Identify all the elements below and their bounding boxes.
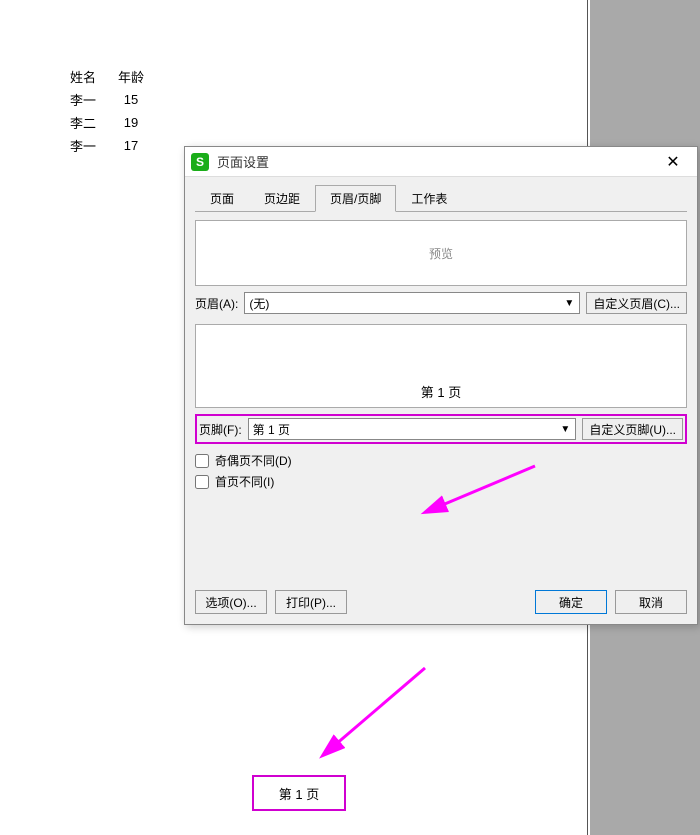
cell: 李一 — [60, 136, 106, 157]
ok-button[interactable]: 确定 — [535, 590, 607, 614]
chevron-down-icon: ▼ — [561, 295, 577, 311]
header-preview-box: 预览 — [195, 220, 687, 286]
cell: 19 — [108, 113, 154, 134]
column-header: 姓名 — [60, 67, 106, 88]
footer-row: 页脚(F): 第 1 页 ▼ 自定义页脚(U)... — [199, 418, 683, 440]
preview-label: 预览 — [429, 245, 453, 262]
tab-strip: 页面页边距页眉/页脚工作表 — [195, 185, 687, 212]
footer-row-highlight: 页脚(F): 第 1 页 ▼ 自定义页脚(U)... — [195, 414, 687, 444]
chevron-down-icon: ▼ — [557, 421, 573, 437]
dialog-titlebar: S 页面设置 ✕ — [185, 147, 697, 177]
cell: 17 — [108, 136, 154, 157]
page-setup-dialog: S 页面设置 ✕ 页面页边距页眉/页脚工作表 预览 页眉(A): (无) ▼ 自… — [184, 146, 698, 625]
cell: 15 — [108, 90, 154, 111]
checkbox-label: 奇偶页不同(D) — [215, 452, 292, 469]
cell: 李二 — [60, 113, 106, 134]
tab-2[interactable]: 页眉/页脚 — [315, 185, 396, 212]
footer-combo-value: 第 1 页 — [253, 421, 290, 438]
tab-1[interactable]: 页边距 — [249, 185, 315, 212]
tab-0[interactable]: 页面 — [195, 185, 249, 212]
header-row: 页眉(A): (无) ▼ 自定义页眉(C)... — [195, 292, 687, 314]
spacer — [355, 590, 527, 614]
header-combo-value: (无) — [249, 295, 269, 312]
custom-header-button[interactable]: 自定义页眉(C)... — [586, 292, 687, 314]
odd-even-different-checkbox[interactable]: 奇偶页不同(D) — [195, 452, 687, 469]
footer-combo[interactable]: 第 1 页 ▼ — [248, 418, 577, 440]
footer-label: 页脚(F): — [199, 421, 242, 438]
tab-3[interactable]: 工作表 — [396, 185, 462, 212]
header-combo[interactable]: (无) ▼ — [244, 292, 580, 314]
print-button[interactable]: 打印(P)... — [275, 590, 347, 614]
footer-preview-box: 第 1 页 — [195, 324, 687, 408]
checkbox-input[interactable] — [195, 475, 209, 489]
checkbox-input[interactable] — [195, 454, 209, 468]
app-icon: S — [191, 153, 209, 171]
dialog-title: 页面设置 — [217, 152, 653, 171]
dialog-button-bar: 选项(O)... 打印(P)... 确定 取消 — [195, 590, 687, 614]
first-page-different-checkbox[interactable]: 首页不同(I) — [195, 473, 687, 490]
header-label: 页眉(A): — [195, 295, 238, 312]
footer-preview-text: 第 1 页 — [421, 382, 461, 401]
close-button[interactable]: ✕ — [653, 147, 693, 177]
custom-footer-button[interactable]: 自定义页脚(U)... — [582, 418, 683, 440]
checkbox-group: 奇偶页不同(D) 首页不同(I) — [195, 452, 687, 490]
page-number-annotation: 第 1 页 — [252, 775, 346, 811]
spreadsheet-data: 姓名年龄李一15李二19李一17 — [58, 65, 156, 159]
dialog-body: 页面页边距页眉/页脚工作表 预览 页眉(A): (无) ▼ 自定义页眉(C)..… — [185, 177, 697, 624]
checkbox-label: 首页不同(I) — [215, 473, 274, 490]
cancel-button[interactable]: 取消 — [615, 590, 687, 614]
cell: 李一 — [60, 90, 106, 111]
close-icon: ✕ — [666, 152, 679, 172]
column-header: 年龄 — [108, 67, 154, 88]
page-number-text: 第 1 页 — [279, 784, 319, 803]
options-button[interactable]: 选项(O)... — [195, 590, 267, 614]
